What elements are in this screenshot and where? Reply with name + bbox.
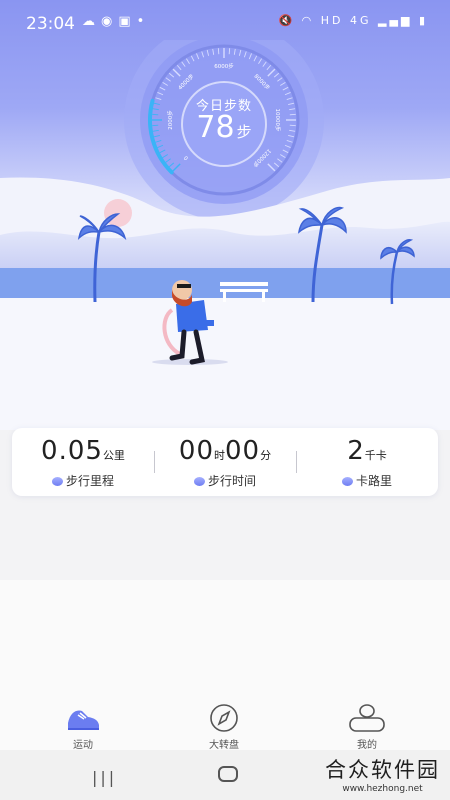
network-hd-label: HD [320, 14, 344, 27]
signal-4g-label: 4G [350, 14, 372, 27]
time-hours: 00 [178, 436, 214, 466]
dot-icon: • [136, 14, 151, 29]
calories-label: 卡路里 [355, 474, 392, 488]
distance-unit: 公里 [102, 449, 125, 462]
mute-icon: 🔇 [278, 14, 296, 27]
stat-calories: 2千卡 卡路里 [296, 436, 438, 489]
watermark-url: www.hezhong.net [342, 784, 423, 794]
profile-icon [349, 704, 385, 732]
tab-wheel[interactable]: 大转盘 [174, 702, 274, 751]
wifi-icon: ◠ [301, 14, 315, 27]
distance-label: 步行里程 [65, 474, 114, 488]
image-icon: ▣ [118, 14, 137, 29]
sneaker-icon [68, 710, 99, 730]
system-icons: 🔇 ◠ HD 4G ▂▄▆ ▮ [278, 14, 428, 27]
compass-icon [210, 704, 238, 732]
content-area [0, 580, 450, 700]
tab-mine-label: 我的 [357, 740, 377, 751]
stats-card: 0.05公里 步行里程 00时00分 步行时间 2千卡 卡路里 [12, 428, 438, 496]
calories-value: 2 [347, 436, 365, 466]
flame-icon [341, 477, 353, 486]
stat-distance: 0.05公里 步行里程 [12, 436, 154, 489]
cloud-icon: ☁ [82, 14, 101, 29]
eye-icon: ◉ [101, 14, 119, 29]
tab-sport[interactable]: 运动 [33, 702, 133, 751]
status-time: 23:04 [26, 14, 75, 34]
bottom-tab-bar: 运动 大转盘 我的 [0, 700, 450, 751]
battery-icon: ▮ [418, 14, 428, 27]
calories-unit: 千卡 [364, 449, 387, 462]
steps-unit: 步 [236, 123, 252, 141]
signal-icon: ▂▄▆ [378, 14, 413, 27]
beach-illustration [0, 177, 450, 430]
tab-sport-label: 运动 [73, 740, 93, 751]
time-minutes-unit: 分 [260, 449, 272, 462]
watermark-title: 合众软件园 [325, 758, 440, 782]
time-label: 步行时间 [207, 474, 256, 488]
watermark: 合众软件园 www.hezhong.net [325, 754, 440, 794]
steps-count: 78 [196, 110, 235, 145]
time-minutes: 00 [225, 436, 261, 466]
tab-mine[interactable]: 我的 [317, 702, 417, 751]
shoe-icon [51, 477, 63, 486]
home-button[interactable] [217, 765, 239, 783]
tab-wheel-label: 大转盘 [209, 740, 239, 751]
distance-value: 0.05 [41, 436, 103, 466]
notification-icons: ☁◉▣• [82, 14, 150, 29]
clock-icon [193, 477, 205, 486]
steps-value-group: 78 步 [124, 110, 324, 145]
stat-time: 00时00分 步行时间 [154, 436, 296, 489]
dial-tick-label: 6000步 [214, 63, 234, 70]
recent-apps-button[interactable]: ||| [92, 768, 117, 787]
time-hours-unit: 时 [214, 449, 225, 462]
